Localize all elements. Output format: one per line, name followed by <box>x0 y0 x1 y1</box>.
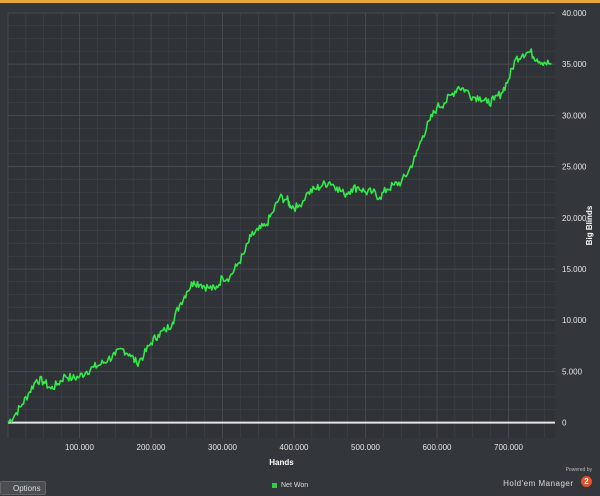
x-axis-title: Hands <box>269 458 294 467</box>
options-button[interactable]: Options <box>0 481 46 495</box>
y-tick-label: 10.000 <box>562 316 587 325</box>
x-tick-label: 500.000 <box>351 443 380 452</box>
chart-footer: Options Net Won Powered by Hold'em Manag… <box>0 467 600 495</box>
y-tick-label: 15.000 <box>562 265 587 274</box>
brand-name: Hold'em Manager <box>503 479 574 488</box>
y-tick-label: 5.000 <box>562 367 583 376</box>
y-tick-label: 20.000 <box>562 214 587 223</box>
y-tick-label: 40.000 <box>562 9 587 18</box>
x-tick-label: 400.000 <box>280 443 309 452</box>
x-tick-label: 300.000 <box>208 443 237 452</box>
brand-mark: Powered by Hold'em Manager 2 <box>503 467 592 491</box>
y-tick-label: 35.000 <box>562 60 587 69</box>
x-tick-label: 200.000 <box>137 443 166 452</box>
winnings-line-chart: 100.000 200.000 300.000 400.000 500.000 600.0… <box>7 9 594 467</box>
powered-by-text: Powered by <box>565 467 592 473</box>
y-axis-ticks: 0 5.000 10.000 15.000 20.000 25.000 30.000 35.0… <box>562 9 587 428</box>
x-tick-label: 600.000 <box>423 443 452 452</box>
x-tick-label: 700.000 <box>494 443 523 452</box>
x-axis-ticks: 100.000 200.000 300.000 400.000 500.000 600.0… <box>65 443 523 452</box>
y-tick-label: 0 <box>562 419 567 428</box>
y-tick-label: 25.000 <box>562 163 587 172</box>
y-axis-title: Big Blinds <box>585 205 594 245</box>
x-tick-label: 100.000 <box>65 443 94 452</box>
y-tick-label: 30.000 <box>562 111 587 120</box>
